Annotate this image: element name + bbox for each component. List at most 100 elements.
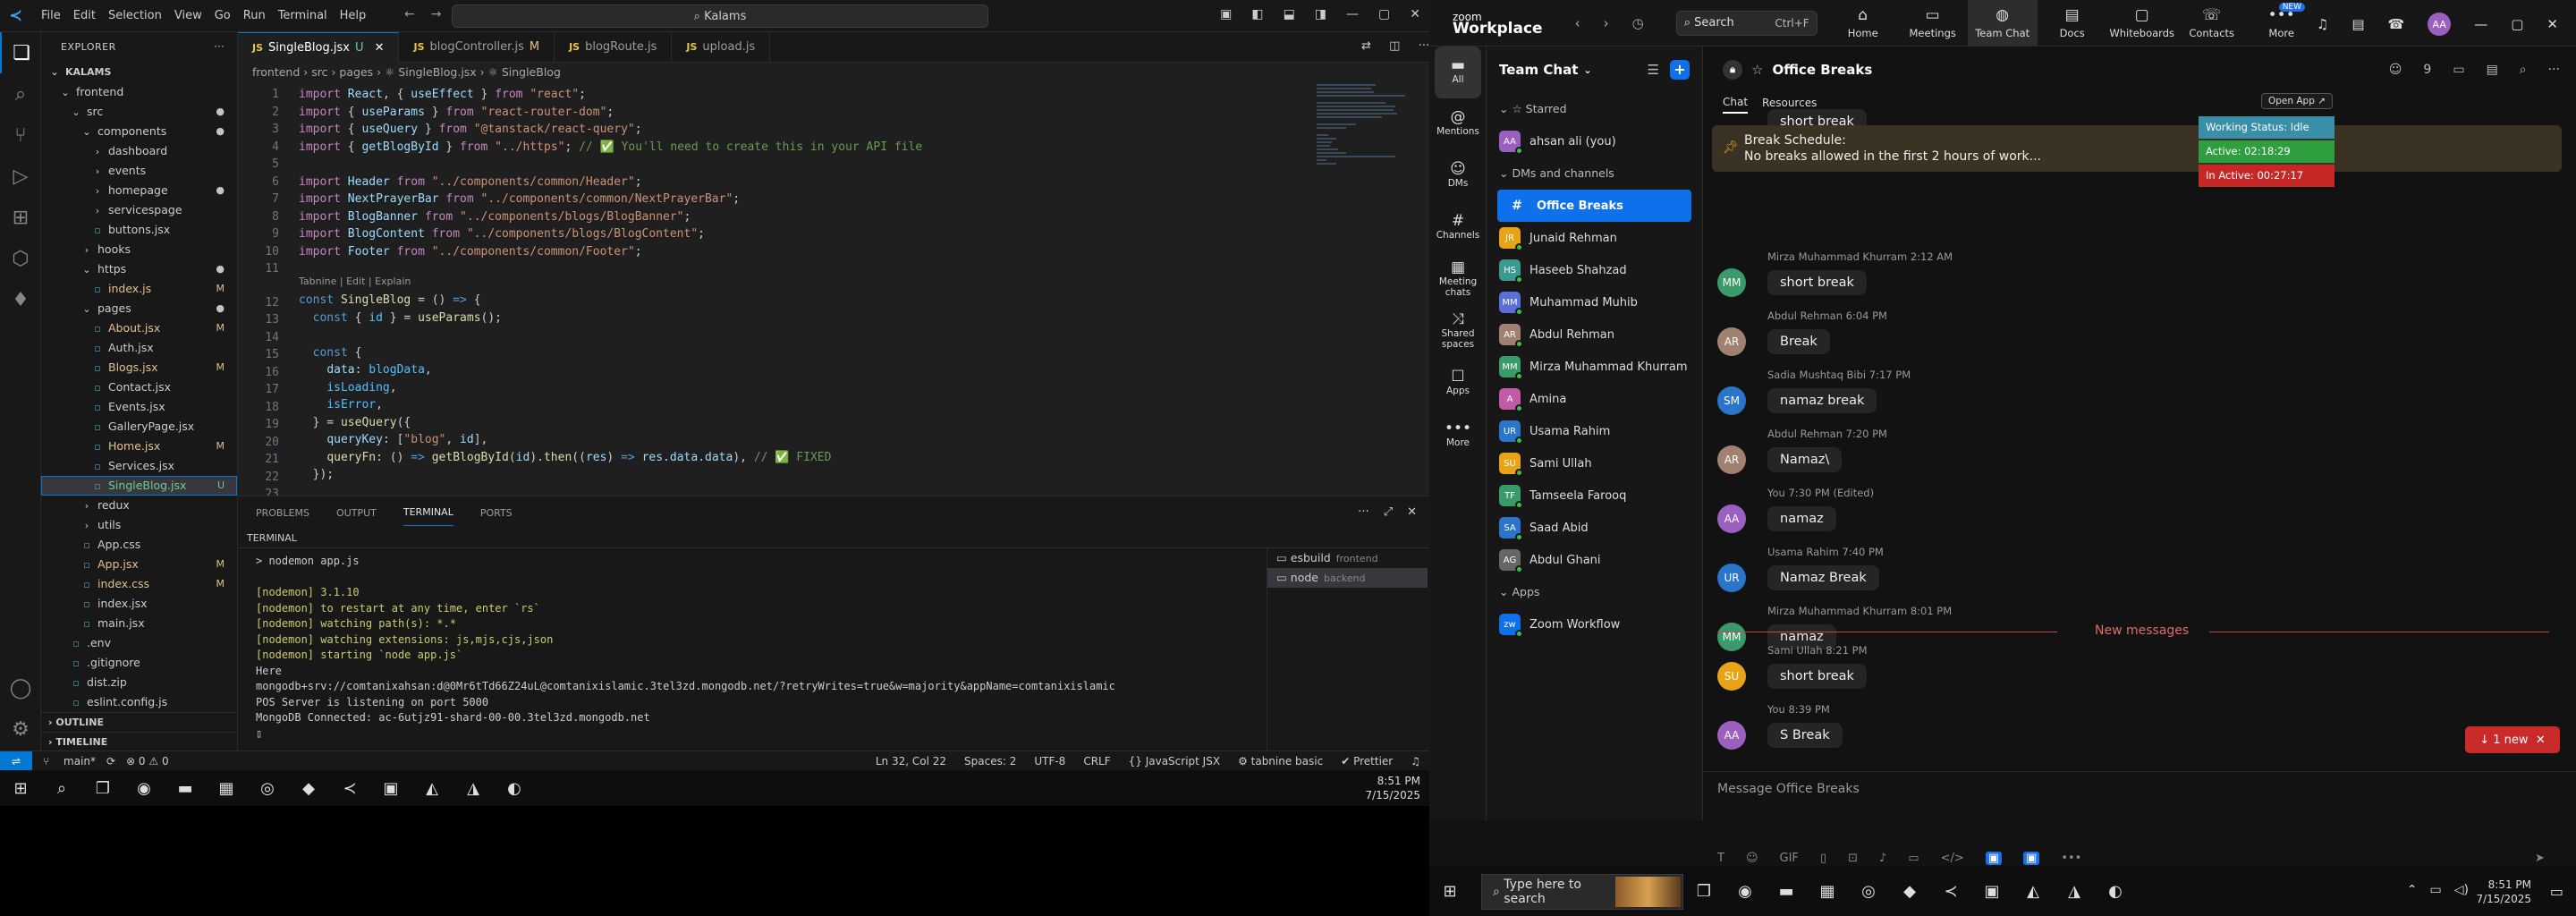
chrome-icon[interactable]: ◎ [1848, 874, 1889, 910]
app4-icon[interactable]: ◐ [494, 770, 535, 806]
editor-tab[interactable]: JS blogController.js M [399, 32, 555, 63]
app2-icon[interactable]: ◭ [2012, 874, 2054, 910]
chevron-down-icon[interactable]: ⌄ [1583, 64, 1591, 76]
minimize-icon[interactable]: — [2474, 16, 2487, 32]
subtab-chat[interactable]: Chat [1723, 96, 1749, 114]
chat-list-item[interactable]: zw Zoom Workflow [1487, 608, 1702, 640]
file-explorer-icon[interactable]: ▬ [1766, 874, 1807, 910]
back-icon[interactable]: ‹ [1575, 15, 1580, 31]
minimap[interactable] [1317, 82, 1415, 496]
encoding[interactable]: UTF-8 [1034, 755, 1065, 768]
windows-start-icon[interactable]: ⊞ [0, 770, 41, 806]
maximize-panel-icon[interactable]: ⤢ [1384, 505, 1393, 519]
mic-icon[interactable]: ♪ [1879, 852, 1886, 865]
avatar[interactable]: MM [1717, 268, 1746, 297]
eol[interactable]: CRLF [1083, 755, 1110, 768]
avatar[interactable]: AA [2428, 13, 2452, 36]
rail-channels[interactable]: # Channels [1429, 202, 1487, 254]
video-icon[interactable]: ▭ [2453, 63, 2464, 77]
chat-list-item[interactable]: MM Muhammad Muhib [1487, 286, 1702, 318]
folder-item[interactable]: › utils [41, 515, 237, 535]
nav-team-chat[interactable]: ◍ Team Chat [1967, 0, 2038, 47]
code-content-2[interactable]: const SingleBlog = () => { const { id } … [299, 292, 831, 496]
notification-center-icon[interactable]: ▭ [2550, 883, 2563, 900]
codelens[interactable]: Tabnine | Edit | Explain [299, 276, 411, 287]
notifications-icon[interactable]: ♫ [1411, 755, 1420, 768]
explorer-icon[interactable]: ❏ [0, 32, 41, 73]
panel-tab-problems[interactable]: PROBLEMS [256, 500, 309, 526]
network-icon[interactable]: ▭ [2430, 883, 2442, 897]
file-item[interactable]: ▫ dist.zip [41, 673, 237, 692]
chat-list-item[interactable]: TF Tamseela Farooq [1487, 479, 1702, 512]
file-item[interactable]: ▫ .env [41, 633, 237, 653]
rail-mentions[interactable]: @ Mentions [1429, 98, 1487, 150]
file-item[interactable]: ▫ Contact.jsx [41, 377, 237, 397]
chat-list-item[interactable]: AA ahsan ali (you) [1487, 125, 1702, 157]
folder-item[interactable]: › servicespage [41, 200, 237, 220]
open-app-button[interactable]: Open App ↗ [2261, 93, 2333, 109]
timeline-section[interactable]: › TIMELINE [41, 732, 237, 751]
message-input[interactable]: Message Office Breaks [1717, 782, 1860, 796]
nav-home[interactable]: ⌂ Home [1828, 0, 1898, 47]
editor-tab[interactable]: JS blogRoute.js [555, 32, 673, 63]
rail-meeting-chats[interactable]: ▦ Meeting chats [1429, 254, 1487, 306]
editor-tab[interactable]: JS upload.js [672, 32, 771, 63]
avatar[interactable]: AA [1717, 505, 1746, 533]
chat-list-item[interactable]: SU Sami Ullah [1487, 447, 1702, 479]
pinned-banner[interactable]: 📌︎ Break Schedule: No breaks allowed in … [1712, 125, 2562, 172]
vscode-taskbar-icon[interactable]: ≺ [329, 770, 370, 806]
avatar[interactable]: AA [1717, 721, 1746, 750]
folder-item[interactable]: ⌄ components ● [41, 122, 237, 141]
zoom-search[interactable]: ⌕ Search Ctrl+F [1675, 10, 1818, 36]
file-item[interactable]: ▫ Services.jsx [41, 456, 237, 476]
app2-icon[interactable]: ▣ [2023, 852, 2040, 865]
nav-docs[interactable]: ▤ Docs [2038, 0, 2107, 47]
chat-list-item[interactable]: AR Abdul Rehman [1487, 318, 1702, 351]
store-icon[interactable]: ▦ [206, 770, 247, 806]
file-item[interactable]: ▫ buttons.jsx [41, 220, 237, 240]
folder-item[interactable]: › homepage ● [41, 181, 237, 200]
outline-section[interactable]: › OUTLINE [41, 712, 237, 732]
panel-tab-output[interactable]: OUTPUT [336, 500, 377, 526]
app3-icon[interactable]: ◮ [453, 770, 494, 806]
file-item[interactable]: ▫ eslint.config.js [41, 692, 237, 712]
maximize-icon[interactable]: ▢ [2511, 16, 2523, 32]
menu-view[interactable]: View [174, 9, 202, 22]
chrome-icon[interactable]: ◎ [247, 770, 288, 806]
menu-selection[interactable]: Selection [108, 9, 162, 22]
forward-icon[interactable]: › [1604, 15, 1609, 31]
channel-name[interactable]: Office Breaks [1772, 62, 1872, 78]
sync-icon[interactable]: ⟳ [106, 755, 115, 768]
vscode-taskbar-icon[interactable]: ≺ [1930, 874, 1971, 910]
search-icon[interactable]: ⌕ [2520, 63, 2527, 77]
close-icon[interactable]: ✕ [2546, 16, 2558, 32]
menu-go[interactable]: Go [215, 9, 231, 22]
more-icon[interactable]: ··· [1358, 505, 1368, 519]
close-tab-icon[interactable]: ✕ [370, 41, 385, 55]
toggle-panel-icon[interactable]: ⬓ [1284, 7, 1295, 21]
menu-run[interactable]: Run [243, 9, 266, 22]
avatar[interactable]: AR [1717, 445, 1746, 474]
store-icon[interactable]: ▦ [1807, 874, 1848, 910]
app-icon[interactable]: ▣ [1985, 852, 2003, 865]
rail-apps[interactable]: ☐ Apps [1429, 358, 1487, 410]
editor-tab[interactable]: JS SingleBlog.jsx U ✕ [238, 32, 400, 63]
video-message-icon[interactable]: ▭ [1908, 852, 1919, 865]
avatar[interactable]: SU [1717, 662, 1746, 691]
history-icon[interactable]: ◷ [1632, 15, 1644, 31]
back-arrow-icon[interactable]: ← [404, 7, 415, 21]
file-item[interactable]: ▫ index.js M [41, 279, 237, 299]
windows-start-icon[interactable]: ⊞ [1429, 874, 1470, 910]
volume-icon[interactable]: ◁) [2454, 883, 2469, 897]
phone-icon[interactable]: ☎ [2388, 16, 2405, 32]
search-icon[interactable]: ⌕ [0, 73, 41, 114]
edge-icon[interactable]: ◉ [123, 770, 165, 806]
taskbar-search[interactable]: ⌕ Type here to search [1481, 873, 1683, 910]
file-item[interactable]: ▫ App.jsx M [41, 555, 237, 574]
file-item[interactable]: ▫ SingleBlog.jsx U [41, 476, 237, 496]
app2-icon[interactable]: ◭ [411, 770, 453, 806]
close-panel-icon[interactable]: ✕ [1407, 505, 1417, 519]
file-item[interactable]: ▫ Blogs.jsx M [41, 358, 237, 377]
forward-arrow-icon[interactable]: → [431, 7, 442, 21]
format-icon[interactable]: T [1717, 852, 1724, 865]
